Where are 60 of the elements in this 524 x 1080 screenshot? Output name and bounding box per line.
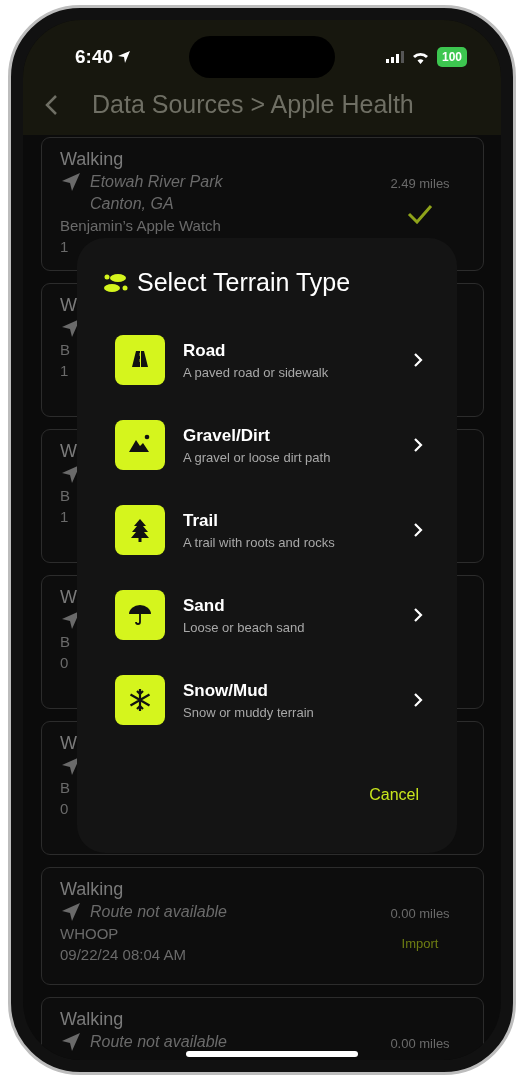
- back-button[interactable]: [45, 92, 58, 117]
- option-description: A trail with roots and rocks: [183, 534, 336, 552]
- chevron-right-icon: [413, 352, 423, 368]
- chevron-right-icon: [413, 437, 423, 453]
- option-description: Loose or beach sand: [183, 619, 306, 637]
- signal-icon: [385, 51, 404, 63]
- distance-text: 0.00 miles: [390, 905, 450, 923]
- workout-card[interactable]: Walking Route not available WHOOP 09/22/24 08:04 AM 0.00 miles Import: [41, 867, 484, 985]
- location-text: Route not available: [90, 1032, 227, 1053]
- distance-text: 2.49 miles: [390, 175, 450, 193]
- option-description: A paved road or sidewalk: [183, 364, 330, 382]
- workout-date: 1: [60, 507, 70, 528]
- option-description: Snow or muddy terrain: [183, 704, 315, 722]
- terrain-option[interactable]: Road A paved road or sidewalk: [101, 317, 433, 403]
- workout-date: 0: [60, 799, 70, 820]
- option-title: Sand: [183, 594, 226, 617]
- chevron-right-icon: [413, 692, 423, 708]
- workout-type: Walking: [60, 148, 125, 171]
- snowflake-icon: [127, 687, 153, 713]
- option-title: Snow/Mud: [183, 679, 269, 702]
- device-source: B: [60, 778, 71, 799]
- battery-icon: 100: [436, 47, 467, 67]
- terrain-option[interactable]: Gravel/Dirt A gravel or loose dirt path: [101, 402, 433, 488]
- screen-title: Data Sources > Apple Health: [92, 88, 414, 120]
- device-source: WHOOP: [60, 924, 120, 945]
- option-description: A gravel or loose dirt path: [183, 449, 332, 467]
- option-title: Road: [183, 339, 227, 362]
- option-title: Gravel/Dirt: [183, 424, 271, 447]
- workout-type: W: [60, 732, 78, 755]
- workout-type: Walking: [60, 878, 125, 901]
- footprints-icon: [101, 271, 129, 294]
- terrain-option[interactable]: Trail A trail with roots and rocks: [101, 487, 433, 573]
- workout-type: W: [60, 294, 78, 317]
- workout-date: 0: [60, 653, 70, 674]
- device-source: Benjamin’s Apple Watch: [60, 215, 222, 236]
- wifi-icon: [411, 50, 429, 64]
- workout-date: 1: [60, 361, 70, 382]
- location-text: Etowah River Park: [90, 172, 223, 193]
- back-icon: [45, 94, 58, 117]
- cancel-button[interactable]: Cancel: [369, 782, 419, 807]
- status-time: 6:40: [75, 44, 114, 69]
- device-source: B: [60, 486, 71, 507]
- device-source: B: [60, 340, 71, 361]
- location-text: Canton, GA: [90, 194, 175, 214]
- workout-type: W: [60, 440, 78, 463]
- workout-date: 1: [60, 236, 70, 257]
- import-button[interactable]: Import: [401, 933, 439, 953]
- chevron-right-icon: [413, 522, 423, 538]
- terrain-option[interactable]: Snow/Mud Snow or muddy terrain: [101, 657, 433, 743]
- device-source: B: [60, 632, 71, 653]
- chevron-right-icon: [413, 607, 423, 623]
- location-arrow-icon: [117, 50, 132, 64]
- umbrella-icon: [127, 602, 153, 628]
- workout-type: W: [60, 586, 78, 609]
- terrain-option[interactable]: Sand Loose or beach sand: [101, 572, 433, 658]
- distance-text: 0.00 miles: [390, 1035, 450, 1053]
- location-text: Route not available: [90, 902, 227, 923]
- workout-type: Walking: [60, 1008, 125, 1031]
- option-title: Trail: [183, 509, 219, 532]
- workout-date: 09/22/24 08:04 AM: [60, 945, 187, 966]
